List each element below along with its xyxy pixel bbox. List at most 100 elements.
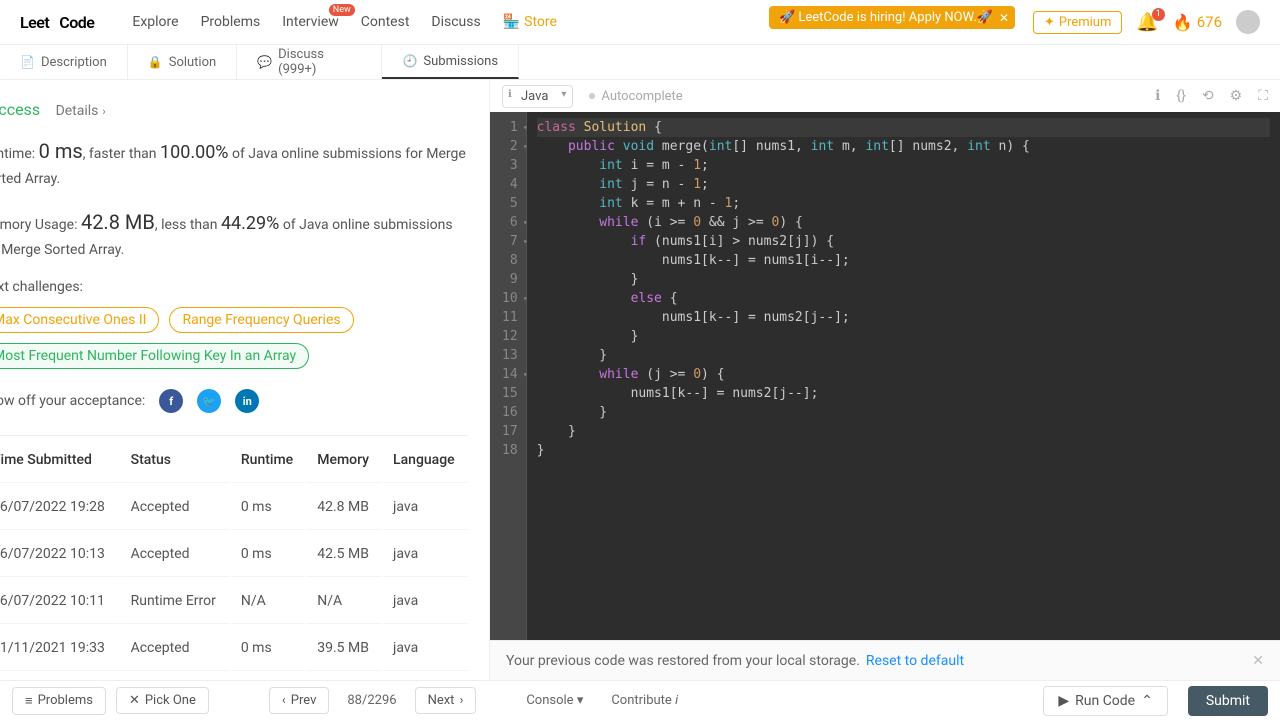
- editor-icons: ℹ {} ⟲ ⚙ ⛶: [1155, 88, 1268, 104]
- bell-badge: 1: [1152, 8, 1165, 21]
- table-row[interactable]: 06/07/2022 10:13Accepted0 ms42.5 MBjava: [0, 532, 467, 577]
- hiring-close-icon[interactable]: ✕: [999, 11, 1009, 25]
- bell-icon[interactable]: 🔔1: [1136, 12, 1158, 33]
- nav-problems[interactable]: Problems: [201, 14, 261, 30]
- language-select[interactable]: Java: [502, 85, 573, 108]
- contribute-button[interactable]: Contribute i: [611, 693, 678, 708]
- showoff-row: Show off your acceptance: f 🐦 in: [0, 389, 469, 413]
- code-content[interactable]: class Solution { public void merge(int[]…: [527, 112, 1280, 640]
- contribute-label: Contribute: [611, 693, 672, 708]
- fire-counter[interactable]: 🔥676: [1173, 13, 1222, 32]
- settings-icon[interactable]: ⚙: [1230, 88, 1243, 104]
- showoff-label: Show off your acceptance:: [0, 393, 145, 409]
- tab-solution[interactable]: 🔒Solution: [128, 45, 237, 79]
- details-link[interactable]: Details›: [56, 103, 106, 119]
- nav-explore[interactable]: Explore: [132, 14, 178, 30]
- bullet-icon: [589, 93, 595, 99]
- facebook-icon[interactable]: f: [159, 389, 183, 413]
- store-label: Store: [524, 14, 557, 30]
- nav-interview[interactable]: InterviewNew: [282, 14, 339, 30]
- chip-challenge[interactable]: Max Consecutive Ones II: [0, 307, 159, 333]
- twitter-icon[interactable]: 🐦: [197, 389, 221, 413]
- chip-challenge[interactable]: Most Frequent Number Following Key In an…: [0, 343, 309, 369]
- logo-leet: Leet: [20, 13, 49, 32]
- tabs-row: 📄 Description 🔒Solution 💬Discuss (999+) 🕘…: [0, 45, 1280, 80]
- restore-msg: Your previous code was restored from you…: [506, 653, 860, 669]
- reset-link[interactable]: Reset to default: [866, 653, 964, 669]
- left-panel: Success Details› Runtime: 0 ms, faster t…: [0, 80, 490, 680]
- new-badge: New: [329, 4, 355, 16]
- th-memory: Memory: [307, 438, 381, 483]
- tab-submissions[interactable]: 🕘 Submissions: [382, 45, 519, 79]
- nav-discuss[interactable]: Discuss: [431, 14, 480, 30]
- submit-button[interactable]: Submit: [1188, 686, 1268, 716]
- next-button[interactable]: Next›: [415, 687, 477, 714]
- shuffle-icon: ✕: [129, 693, 140, 708]
- hiring-text: 🚀 LeetCode is hiring! Apply NOW.🚀: [779, 10, 993, 25]
- tab-discuss-label: Discuss (999+): [278, 47, 361, 77]
- next-challenges-label: Next challenges:: [0, 279, 469, 295]
- info-icon: i: [675, 693, 678, 708]
- memory-stat: Memory Usage: 42.8 MB, less than 44.29% …: [0, 206, 469, 261]
- premium-label: Premium: [1059, 15, 1112, 30]
- fire-icon: 🔥: [1173, 13, 1193, 32]
- info-icon[interactable]: ℹ: [1155, 88, 1160, 104]
- nav-store[interactable]: 🏪Store: [503, 14, 557, 30]
- prev-button[interactable]: ‹ Prev: [269, 687, 330, 714]
- bottom-bar: ≡Problems ✕Pick One ‹Prev 88/2296 Next› …: [0, 680, 1280, 720]
- th-status: Status: [121, 438, 229, 483]
- restore-bar: Your previous code was restored from you…: [490, 640, 1280, 680]
- logo[interactable]: LeetCode: [20, 13, 104, 32]
- avatar[interactable]: [1236, 10, 1260, 34]
- run-code-button[interactable]: ▶ Run Code ⌃: [1043, 686, 1167, 716]
- challenge-chips: Max Consecutive Ones II Range Frequency …: [0, 307, 469, 369]
- pick-one-label: Pick One: [145, 693, 196, 708]
- chevron-down-icon: ▾: [577, 693, 584, 708]
- reset-icon[interactable]: ⟲: [1202, 88, 1214, 104]
- pick-one-button[interactable]: ✕ Pick One: [116, 687, 209, 714]
- play-icon: ▶: [1058, 693, 1069, 709]
- th-time: Time Submitted: [0, 438, 119, 483]
- tab-description-label: Description: [41, 55, 107, 70]
- description-icon: 📄: [20, 55, 35, 69]
- fullscreen-icon[interactable]: ⛶: [1258, 88, 1268, 104]
- linkedin-icon[interactable]: in: [235, 389, 259, 413]
- premium-button[interactable]: ✦Premium: [1033, 11, 1122, 34]
- lock-icon: 🔒: [148, 55, 163, 69]
- top-nav: LeetCode Explore Problems InterviewNew C…: [0, 0, 1280, 45]
- autocomplete-toggle[interactable]: Autocomplete: [589, 89, 682, 104]
- main: Success Details› Runtime: 0 ms, faster t…: [0, 80, 1280, 680]
- table-row[interactable]: 01/11/2021 19:33Accepted0 ms39.5 MBjava: [0, 626, 467, 671]
- clock-icon: 🕘: [402, 54, 417, 68]
- hiring-banner[interactable]: 🚀 LeetCode is hiring! Apply NOW.🚀 ✕: [769, 6, 1015, 29]
- table-row[interactable]: 06/07/2022 19:28Accepted0 ms42.8 MBjava: [0, 485, 467, 530]
- chevron-up-icon: ⌃: [1141, 693, 1153, 709]
- chevron-right-icon: ›: [102, 105, 105, 118]
- nav-links: Explore Problems InterviewNew Contest Di…: [132, 14, 557, 30]
- table-row[interactable]: 06/07/2022 10:11Runtime ErrorN/AN/Ajava: [0, 579, 467, 624]
- nav-right: ✦Premium 🔔1 🔥676: [1033, 10, 1260, 34]
- chip-challenge[interactable]: Range Frequency Queries: [169, 307, 353, 333]
- chevron-left-icon: ‹: [282, 693, 286, 708]
- autocomplete-label: Autocomplete: [601, 89, 682, 104]
- table-row[interactable]: 01/11/2021 19:23Accepted0 ms39.6 MBjava: [0, 673, 467, 680]
- right-panel: Java Autocomplete ℹ {} ⟲ ⚙ ⛶ 12345678910…: [490, 80, 1280, 680]
- prev-label: Prev: [291, 693, 317, 708]
- console-label: Console: [526, 693, 573, 708]
- nav-interview-label: Interview: [282, 14, 339, 30]
- tab-submissions-label: Submissions: [423, 54, 498, 69]
- tab-discuss[interactable]: 💬Discuss (999+): [237, 45, 382, 79]
- problems-label: Problems: [38, 693, 93, 708]
- nav-contest[interactable]: Contest: [361, 14, 410, 30]
- next-label: Next: [428, 693, 455, 708]
- braces-icon[interactable]: {}: [1176, 88, 1185, 104]
- console-button[interactable]: Console ▾: [526, 693, 583, 708]
- th-language: Language: [383, 438, 467, 483]
- problems-button[interactable]: ≡Problems: [12, 687, 106, 715]
- code-editor[interactable]: 123456789101112131415161718 class Soluti…: [490, 112, 1280, 640]
- run-label: Run Code: [1075, 693, 1135, 709]
- tab-description[interactable]: 📄 Description: [0, 45, 128, 79]
- runtime-stat: Runtime: 0 ms, faster than 100.00% of Ja…: [0, 135, 469, 190]
- close-icon[interactable]: ✕: [1252, 653, 1264, 669]
- page-indicator: 88/2296: [339, 693, 404, 708]
